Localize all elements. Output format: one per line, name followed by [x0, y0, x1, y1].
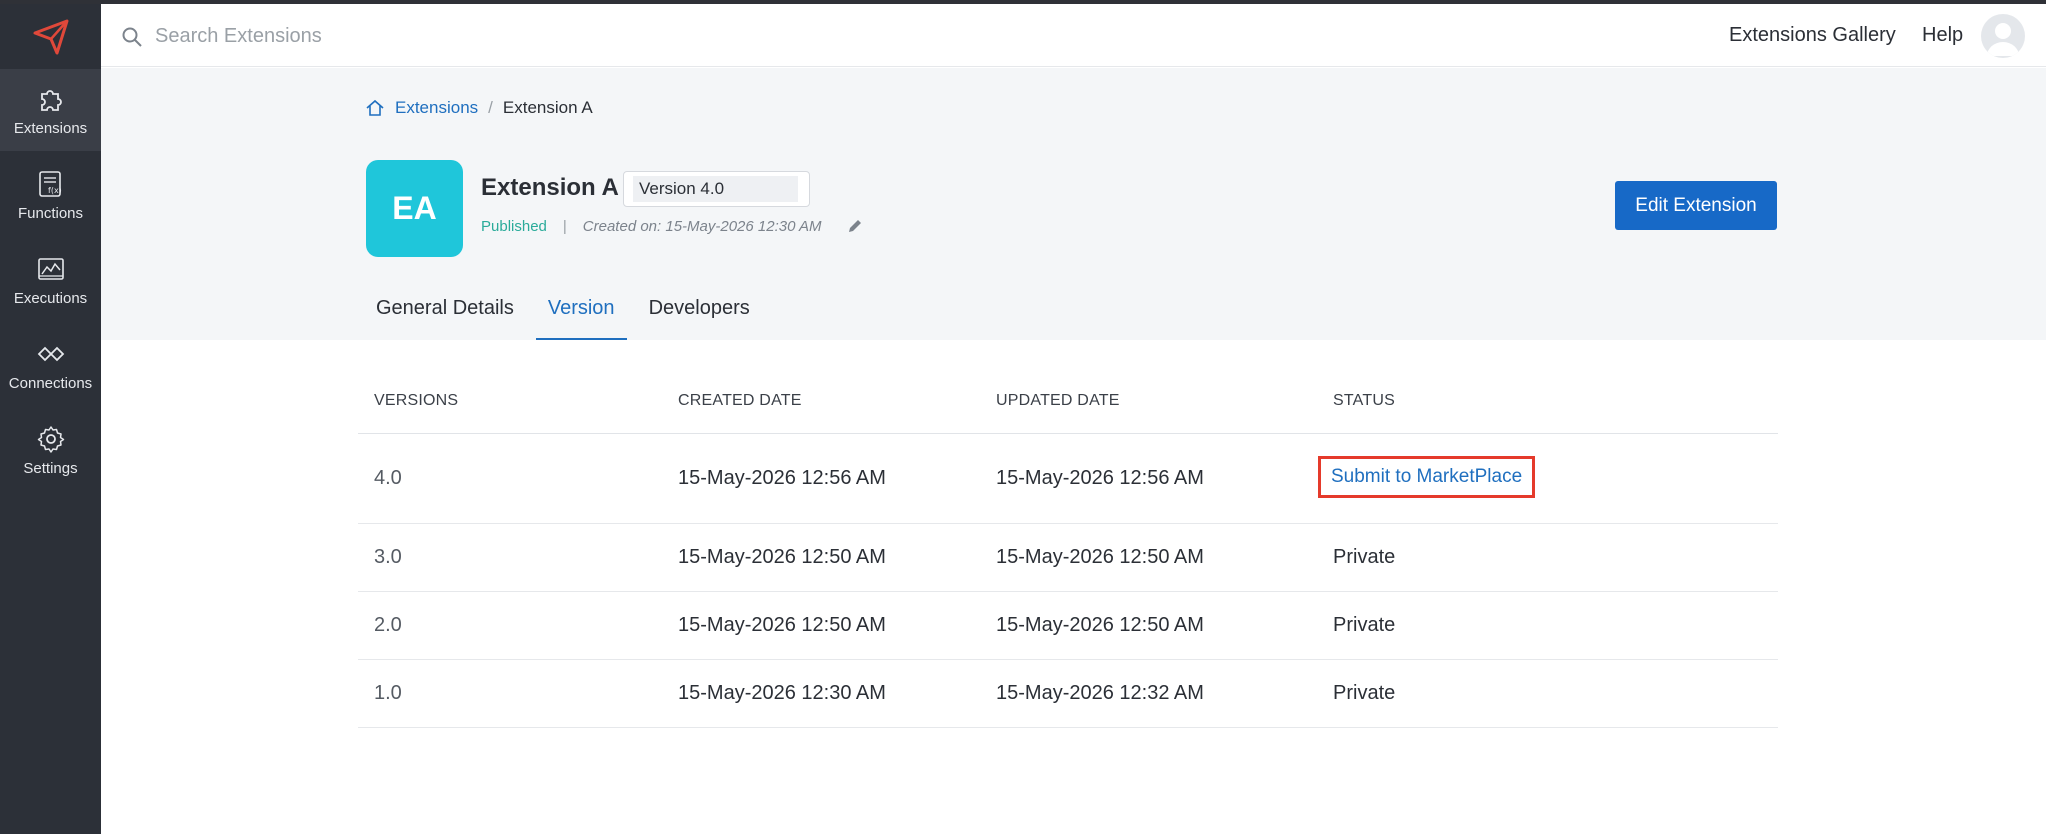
- meta-separator: |: [562, 217, 567, 235]
- tab-general-details[interactable]: General Details: [366, 289, 524, 340]
- pencil-edit-icon[interactable]: [846, 217, 864, 235]
- app-logo[interactable]: [0, 4, 101, 69]
- breadcrumb-extensions-link[interactable]: Extensions: [395, 98, 478, 118]
- breadcrumb-separator: /: [488, 98, 493, 117]
- extension-title: Extension A: [481, 174, 619, 201]
- version-select-value: Version 4.0: [633, 176, 798, 202]
- version-select[interactable]: Version 4.0: [623, 171, 810, 207]
- svg-text:f(x): f(x): [48, 186, 62, 195]
- extension-meta: Published | Created on: 15-May-2026 12:3…: [481, 217, 864, 235]
- created-cell: 15-May-2026 12:30 AM: [678, 682, 886, 704]
- sidebar-item-connections[interactable]: Connections: [0, 324, 101, 406]
- function-icon: f(x): [38, 170, 62, 197]
- tab-bar: General Details Version Developers: [366, 289, 772, 340]
- sidebar-item-functions[interactable]: f(x) Functions: [0, 154, 101, 236]
- extension-avatar: EA: [366, 160, 463, 257]
- puzzle-icon: [40, 89, 62, 111]
- home-icon[interactable]: [365, 98, 385, 118]
- gear-icon: [37, 425, 64, 453]
- column-header-versions: VERSIONS: [374, 392, 459, 409]
- table-row: 3.0 15-May-2026 12:50 AM 15-May-2026 12:…: [358, 524, 1778, 592]
- updated-cell: 15-May-2026 12:32 AM: [996, 682, 1204, 704]
- column-header-created-date: CREATED DATE: [678, 392, 802, 409]
- edit-extension-button[interactable]: Edit Extension: [1615, 181, 1777, 230]
- top-bar: Extensions Gallery Help: [101, 4, 2046, 67]
- status-badge: Published: [481, 217, 547, 235]
- breadcrumb: Extensions / Extension A: [365, 98, 593, 118]
- chart-icon: [37, 257, 64, 280]
- created-cell: 15-May-2026 12:50 AM: [678, 614, 886, 636]
- updated-cell: 15-May-2026 12:50 AM: [996, 546, 1204, 568]
- sidebar-item-settings[interactable]: Settings: [0, 409, 101, 491]
- sidebar-item-label: Connections: [8, 374, 93, 392]
- updated-cell: 15-May-2026 12:56 AM: [996, 467, 1204, 489]
- version-cell: 3.0: [374, 546, 402, 568]
- paper-plane-logo-icon: [33, 19, 68, 54]
- table-row: 1.0 15-May-2026 12:30 AM 15-May-2026 12:…: [358, 660, 1778, 728]
- column-header-updated-date: UPDATED DATE: [996, 392, 1120, 409]
- tab-developers[interactable]: Developers: [639, 289, 760, 340]
- tab-version[interactable]: Version: [535, 289, 627, 340]
- user-icon: [1987, 23, 2019, 56]
- table-header: VERSIONS CREATED DATE UPDATED DATE STATU…: [358, 372, 1778, 434]
- extensions-gallery-link[interactable]: Extensions Gallery: [1729, 24, 1896, 47]
- sidebar: Extensions f(x) Functions Executions Con…: [0, 4, 101, 834]
- version-cell: 2.0: [374, 614, 402, 636]
- table-row: 4.0 15-May-2026 12:56 AM 15-May-2026 12:…: [358, 434, 1778, 524]
- submit-to-marketplace-link[interactable]: Submit to MarketPlace: [1318, 456, 1536, 498]
- sidebar-item-label: Executions: [13, 289, 88, 307]
- table-row: 2.0 15-May-2026 12:50 AM 15-May-2026 12:…: [358, 592, 1778, 660]
- help-link[interactable]: Help: [1922, 24, 1963, 47]
- breadcrumb-current: Extension A: [502, 98, 593, 117]
- status-cell: Private: [1333, 546, 1396, 568]
- created-date: Created on: 15-May-2026 12:30 AM: [582, 217, 822, 235]
- sidebar-item-label: Settings: [23, 459, 78, 477]
- search-icon: [122, 27, 142, 47]
- sidebar-item-label: Functions: [17, 204, 84, 222]
- status-cell: Private: [1333, 682, 1396, 704]
- search-input[interactable]: [155, 18, 555, 54]
- user-avatar[interactable]: [1981, 14, 2025, 58]
- created-cell: 15-May-2026 12:56 AM: [678, 467, 886, 489]
- version-cell: 1.0: [374, 682, 402, 704]
- column-header-status: STATUS: [1333, 392, 1395, 409]
- sidebar-item-extensions[interactable]: Extensions: [0, 69, 101, 151]
- versions-table: VERSIONS CREATED DATE UPDATED DATE STATU…: [358, 372, 1778, 728]
- created-cell: 15-May-2026 12:50 AM: [678, 546, 886, 568]
- sidebar-item-label: Extensions: [13, 119, 88, 137]
- status-cell: Private: [1333, 614, 1396, 636]
- version-cell: 4.0: [374, 467, 402, 489]
- sidebar-item-executions[interactable]: Executions: [0, 239, 101, 321]
- connections-icon: [37, 346, 64, 361]
- updated-cell: 15-May-2026 12:50 AM: [996, 614, 1204, 636]
